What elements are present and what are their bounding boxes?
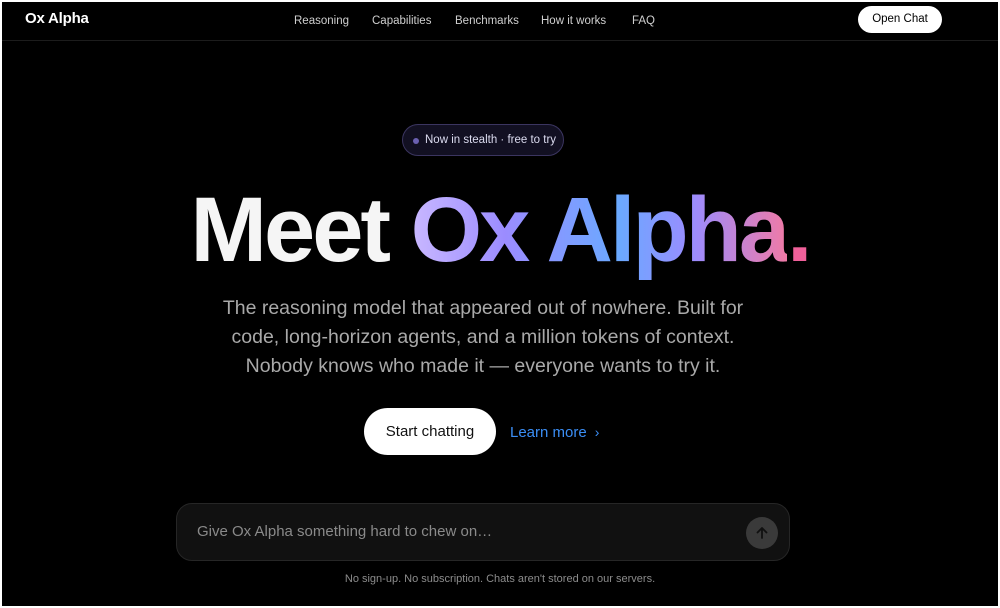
nav-links: Reasoning Capabilities Benchmarks How it…: [2, 12, 998, 30]
subtitle-line: The reasoning model that appeared out of…: [222, 297, 744, 319]
nav-link-capabilities[interactable]: Capabilities: [372, 12, 431, 30]
hero-subtitle: The reasoning model that appeared out of…: [200, 294, 766, 381]
headline-period: .: [787, 179, 813, 281]
headline-brand: Ox Alpha: [410, 179, 790, 281]
nav-link-faq[interactable]: FAQ: [632, 12, 655, 30]
top-nav: Ox Alpha Reasoning Capabilities Benchmar…: [2, 2, 998, 41]
prompt-input[interactable]: [195, 504, 735, 560]
privacy-footnote: No sign-up. No subscription. Chats aren'…: [344, 573, 656, 585]
learn-more-label: Learn more: [510, 424, 587, 441]
learn-more-link[interactable]: Learn more ›: [510, 420, 599, 444]
subtitle-line: code, long-horizon agents, and a million…: [231, 326, 735, 348]
page: Ox Alpha Reasoning Capabilities Benchmar…: [2, 2, 998, 606]
nav-link-benchmarks[interactable]: Benchmarks: [455, 12, 519, 30]
subtitle-line: Nobody knows who made it — everyone want…: [245, 355, 721, 377]
prompt-box: [176, 503, 790, 561]
hero-headline: Meet Ox Alpha.: [2, 180, 998, 280]
chevron-right-icon: ›: [594, 424, 600, 440]
start-chatting-button[interactable]: Start chatting: [364, 408, 496, 455]
status-badge: Now in stealth · free to try: [402, 124, 564, 156]
nav-link-reasoning[interactable]: Reasoning: [294, 12, 349, 30]
status-badge-label: Now in stealth · free to try: [425, 134, 557, 146]
open-chat-button[interactable]: Open Chat: [858, 6, 942, 33]
nav-link-how-it-works[interactable]: How it works: [541, 12, 606, 30]
headline-lead: Meet: [190, 179, 391, 281]
arrow-up-icon: [756, 527, 768, 539]
send-button[interactable]: [746, 517, 778, 549]
status-dot-icon: [413, 138, 419, 144]
